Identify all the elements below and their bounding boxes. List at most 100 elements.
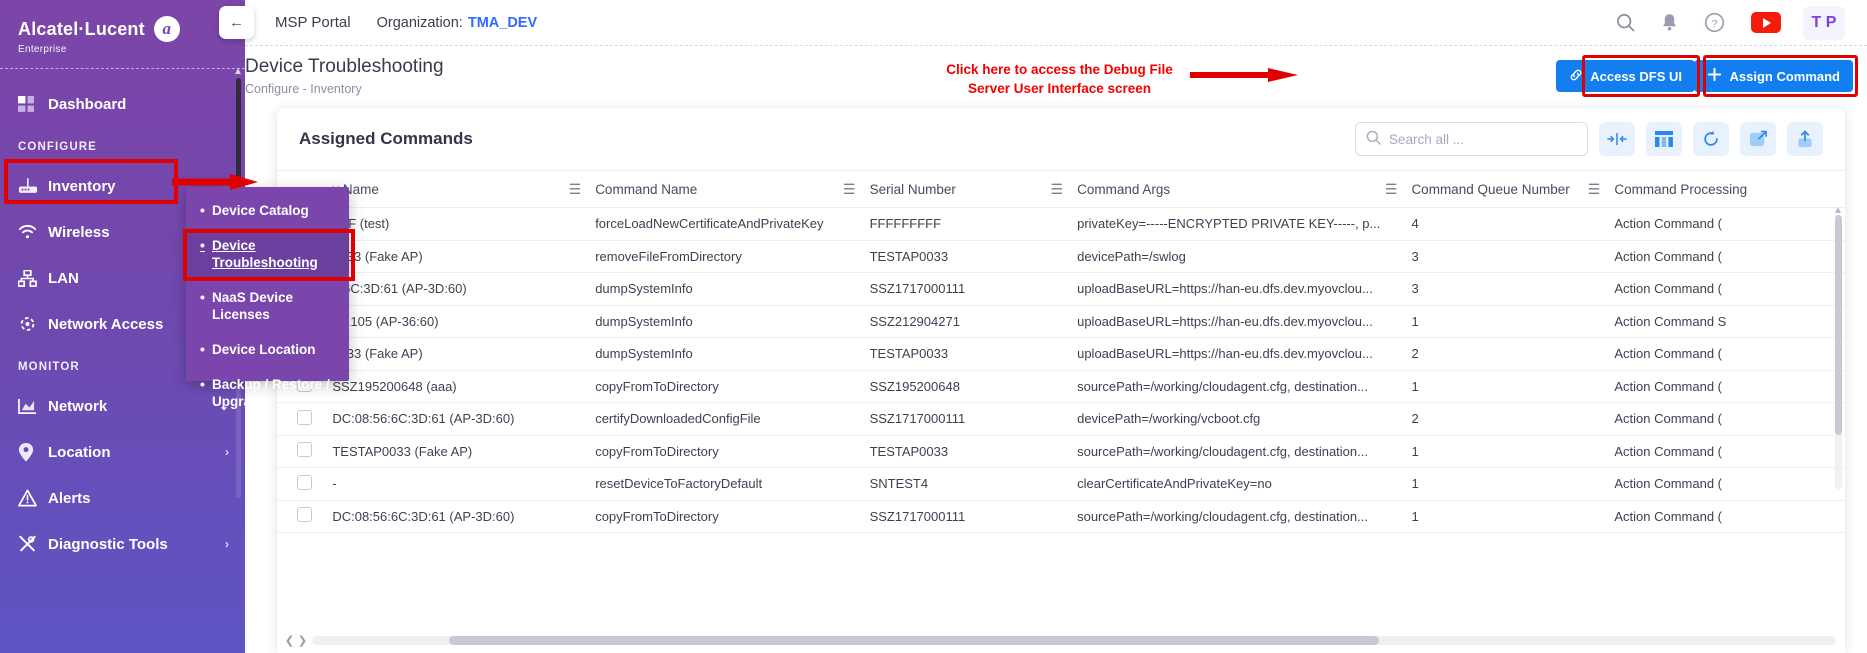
row-checkbox[interactable] [297, 507, 313, 523]
sidebar-item-location[interactable]: Location › [0, 429, 245, 475]
scroll-right-arrow-icon[interactable]: ❯ [296, 634, 309, 647]
cell-serial-number: SNTEST4 [869, 467, 1078, 501]
access-dfs-ui-button[interactable]: Access DFS UI [1556, 60, 1695, 92]
search-icon[interactable] [1616, 13, 1635, 32]
help-circle-icon[interactable]: ? [1704, 12, 1725, 33]
submenu-item-device-catalog[interactable]: • Device Catalog [186, 193, 349, 228]
plus-icon [1707, 67, 1722, 85]
column-label: Command Processing [1614, 181, 1748, 197]
table-row[interactable]: TESTAP0033 (Fake AP) copyFromToDirectory T… [277, 435, 1845, 468]
expand-icon[interactable] [1740, 122, 1776, 156]
cell-command-args: sourcePath=/working/cloudagent.cfg, dest… [1077, 435, 1412, 468]
cell-command-name: dumpSystemInfo [595, 305, 870, 338]
table-vertical-scrollbar[interactable] [1834, 207, 1843, 489]
scroll-up-arrow-icon[interactable] [235, 68, 241, 74]
cell-serial-number: FFFFFFFFF [869, 207, 1078, 241]
cell-command-name: certifyDownloadedConfigFile [595, 402, 870, 436]
scroll-up-arrow-icon[interactable] [1835, 207, 1841, 213]
row-checkbox[interactable] [297, 442, 313, 458]
cell-command-processing: Action Command ( [1614, 207, 1845, 241]
column-label: Command Name [595, 181, 698, 197]
chart-icon [18, 398, 48, 415]
cell-command-args: privateKey=-----ENCRYPTED PRIVATE KEY---… [1077, 207, 1412, 241]
sidebar-item-alerts[interactable]: Alerts [0, 475, 245, 521]
search-input-wrapper[interactable] [1355, 122, 1588, 156]
dashboard-grid-icon [18, 95, 48, 113]
cell-command-args: sourcePath=/working/cloudagent.cfg, dest… [1077, 500, 1412, 533]
org-label-text: Organization: [376, 14, 463, 31]
row-checkbox[interactable] [297, 474, 313, 490]
inventory-pointer-arrow-icon [172, 174, 258, 190]
table-row[interactable]: DC:08:56:6C:3D:61 (AP-3D:60) copyFromToDi… [277, 500, 1845, 533]
submenu-item-device-location[interactable]: • Device Location [186, 332, 349, 367]
cell-command-name: forceLoadNewCertificateAndPrivateKey [595, 207, 870, 241]
row-checkbox-cell[interactable] [277, 467, 333, 501]
hscrollbar-track [312, 636, 1836, 645]
sidebar-item-diagnostic-tools[interactable]: Diagnostic Tools › [0, 521, 245, 567]
column-label: Command Queue Number [1411, 181, 1570, 197]
brand-sub: Enterprise [18, 44, 67, 55]
assign-command-button[interactable]: Assign Command [1694, 60, 1853, 92]
sidebar-collapse-button[interactable]: ← [219, 6, 254, 39]
table-row[interactable]: 0033 (Fake AP) dumpSystemInfo TESTAP0033 up… [277, 337, 1845, 371]
column-header-command-name[interactable]: Command Name ☰ [595, 170, 870, 208]
table-row[interactable]: - resetDeviceToFactoryDefault SNTEST4 clear… [277, 467, 1845, 501]
table-row[interactable]: 0033 (Fake AP) removeFileFromDirectory TES… [277, 240, 1845, 273]
youtube-icon[interactable] [1751, 12, 1781, 33]
bell-icon[interactable] [1661, 13, 1678, 32]
assigned-commands-card: Assigned Commands Search all ... y Name … [277, 108, 1845, 653]
access-dfs-ui-label: Access DFS UI [1590, 68, 1682, 84]
cell-command-args: uploadBaseURL=https://han-eu.dfs.dev.myo… [1077, 272, 1412, 306]
table-row[interactable]: 31.105 (AP-36:60) dumpSystemInfo SSZ212904… [277, 305, 1845, 338]
submenu-item-naas-device-licenses[interactable]: • NaaS Device Licenses [186, 280, 349, 332]
column-header-device-name[interactable]: y Name ☰ [332, 170, 596, 208]
column-header-command-processing[interactable]: Command Processing [1614, 170, 1845, 208]
search-input[interactable] [1389, 131, 1577, 147]
upload-icon[interactable] [1787, 122, 1823, 156]
refresh-icon[interactable] [1693, 122, 1729, 156]
avatar[interactable]: T P [1803, 5, 1845, 40]
chevron-right-icon: › [225, 445, 229, 459]
column-menu-icon[interactable]: ☰ [1385, 181, 1412, 198]
cell-command-processing: Action Command ( [1614, 272, 1845, 306]
scroll-left-arrow-icon[interactable]: ❮ [283, 634, 296, 647]
column-menu-icon[interactable]: ☰ [1588, 181, 1615, 198]
sidebar-item-dashboard[interactable]: Dashboard [0, 81, 245, 127]
annotation-pointer-arrow-icon [1190, 68, 1298, 82]
row-checkbox-cell[interactable] [277, 500, 333, 533]
table-row[interactable]: 6:6C:3D:61 (AP-3D:60) dumpSystemInfo SSZ17… [277, 272, 1845, 306]
column-menu-icon[interactable]: ☰ [569, 181, 596, 198]
hscrollbar-thumb[interactable] [449, 636, 1379, 645]
cell-command-processing: Action Command ( [1614, 370, 1845, 403]
chevron-right-icon: › [225, 537, 229, 551]
submenu-item-backup-restore-upgrade[interactable]: • Backup / Restore / Upgrade [186, 367, 349, 419]
inventory-submenu: • Device Catalog • Device Troubleshootin… [183, 187, 355, 409]
page-title: Device Troubleshooting [245, 56, 444, 77]
column-header-command-queue-number[interactable]: Command Queue Number ☰ [1411, 170, 1615, 208]
sidebar-item-label: Dashboard [48, 95, 127, 113]
brand-name: Alcatel·Lucent [18, 18, 145, 39]
cell-command-queue-number: 1 [1411, 305, 1615, 338]
column-header-serial-number[interactable]: Serial Number ☰ [869, 170, 1078, 208]
fit-columns-icon[interactable] [1599, 122, 1635, 156]
column-menu-icon[interactable]: ☰ [843, 181, 870, 198]
row-checkbox-cell[interactable] [277, 435, 333, 468]
cell-command-queue-number: 4 [1411, 207, 1615, 241]
table-row[interactable]: DC:08:56:6C:3D:61 (AP-3D:60) certifyDownl… [277, 402, 1845, 436]
cell-command-name: dumpSystemInfo [595, 272, 870, 306]
table-horizontal-scrollbar[interactable]: ❮ ❯ [277, 634, 1845, 647]
cell-serial-number: SSZ195200648 [869, 370, 1078, 403]
table-row[interactable]: FFF (test) forceLoadNewCertificateAndPriv… [277, 207, 1845, 241]
column-header-command-args[interactable]: Command Args ☰ [1077, 170, 1412, 208]
org-value[interactable]: TMA_DEV [468, 15, 537, 31]
submenu-item-device-troubleshooting[interactable]: • Device Troubleshooting [186, 228, 349, 280]
map-pin-icon [18, 442, 48, 462]
scrollbar-thumb[interactable] [1835, 215, 1842, 435]
table-header-row: y Name ☰ Command Name ☰ Serial Number ☰ Com… [277, 170, 1845, 208]
table-row[interactable]: SSZ195200648 (aaa) copyFromToDirectory SSZ… [277, 370, 1845, 403]
search-icon [1366, 130, 1381, 148]
portal-title: MSP Portal [275, 14, 351, 31]
cell-command-queue-number: 1 [1411, 500, 1615, 533]
column-menu-icon[interactable]: ☰ [1051, 181, 1078, 198]
columns-icon[interactable] [1646, 122, 1682, 156]
